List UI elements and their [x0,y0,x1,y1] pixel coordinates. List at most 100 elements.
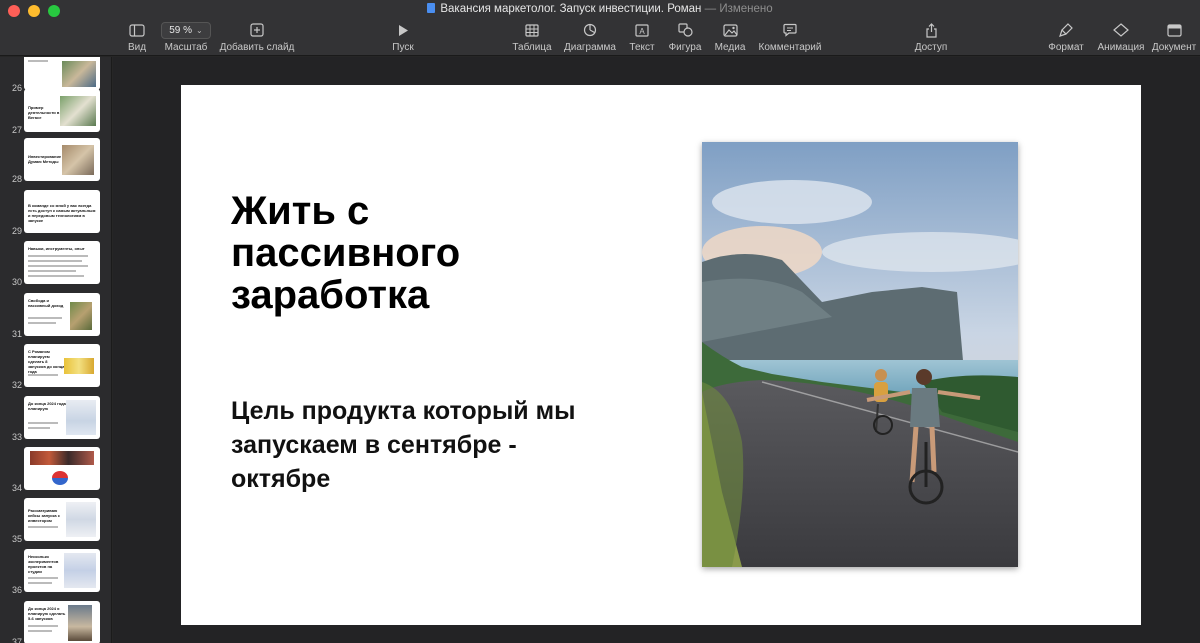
zoom-label: Масштаб [164,42,208,53]
document-label: Документ [1151,42,1197,53]
animate-button[interactable]: Анимация [1094,20,1148,53]
zoom-select[interactable]: 59 % ⌄ [161,21,211,39]
document-button[interactable]: Документ [1151,20,1197,53]
current-slide[interactable]: Жить с пассивного заработка Цель продукт… [181,85,1141,625]
slide-headline[interactable]: Жить с пассивного заработка [231,190,561,316]
zoom-control[interactable]: 59 % ⌄ Масштаб [160,20,212,53]
play-button[interactable]: Пуск [386,20,420,53]
slide-navigator[interactable]: 26 Пример деятельности в Вегасе 27 Инвес… [0,57,112,643]
chart-icon [583,23,597,37]
view-label: Вид [127,42,147,53]
play-label: Пуск [392,42,414,53]
slide-number: 37 [11,637,22,643]
slide-preview: Инвестирование в Думаю Методы [24,138,100,181]
slide-preview [24,57,100,90]
slide-thumbnail-36[interactable]: Несколько экспериментов проектов на студ… [0,549,111,595]
document-name: Вакансия маркетолог. Запуск инвестиции. … [440,3,702,15]
slide-subheadline[interactable]: Цель продукта который мы запускаем в сен… [231,394,591,496]
chevron-down-icon: ⌄ [196,25,203,35]
slide-preview: До конца 2024 года планирую [24,396,100,439]
table-button[interactable]: Таблица [510,20,554,53]
slide-thumbnail-29[interactable]: В команде со мной у вас всегда есть дост… [0,190,111,236]
keynote-document-icon [427,3,436,13]
slide-number: 29 [11,226,22,236]
toolbar: Вакансия маркетолог. Запуск инвестиции. … [0,0,1200,56]
slide-thumbnail-32[interactable]: С Романом планируем сделать 8 запусков д… [0,344,111,390]
slide-preview-title: В команде со мной у вас всегда есть дост… [28,203,96,223]
slide-preview: С Романом планируем сделать 8 запусков д… [24,344,100,387]
view-button[interactable]: Вид [122,20,152,53]
slide-preview-title: До конца 2024 я планирую сделать 5-6 зап… [28,606,66,621]
slide-preview: До конца 2024 я планирую сделать 5-6 зап… [24,601,100,643]
share-button[interactable]: Доступ [910,20,952,53]
add-slide-icon [250,23,264,37]
slide-thumbnail-30[interactable]: Навыки, инструменты, опыт 30 [0,241,111,287]
share-label: Доступ [914,42,948,53]
slide-preview-title: Навыки, инструменты, опыт [28,246,85,251]
slide-thumbnail-33[interactable]: До конца 2024 года планирую 33 [0,396,111,442]
slide-thumbnail-31[interactable]: Свобода и пассивный доход 31 [0,293,111,339]
slide-number: 34 [11,483,22,493]
slide-thumbnail-35[interactable]: Рассматриваю кейсы запуска с инвестором … [0,498,111,544]
shape-button[interactable]: Фигура [665,20,705,53]
chart-button[interactable]: Диаграмма [561,20,619,53]
edited-status: Изменено [719,3,773,15]
slide-number: 27 [11,125,22,135]
svg-text:A: A [639,27,645,36]
slide-preview: В команде со мной у вас всегда есть дост… [24,190,100,233]
slide-number: 32 [11,380,22,390]
slide-preview-image [30,451,94,465]
slide-preview-image [66,400,96,435]
add-slide-button[interactable]: Добавить слайд [217,20,297,53]
slide-photo[interactable] [702,142,1018,567]
format-button[interactable]: Формат [1045,20,1087,53]
slide-preview: Пример деятельности в Вегасе [24,89,100,132]
slide-preview-title: Несколько экспериментов проектов на студ… [28,554,59,574]
media-icon [722,23,738,37]
slide-preview-image [62,61,96,87]
slide-thumbnail-26[interactable]: 26 [0,57,111,93]
slide-number: 33 [11,432,22,442]
slide-canvas[interactable]: Жить с пассивного заработка Цель продукт… [113,57,1200,643]
document-icon [1166,23,1182,37]
sidebar-icon [129,23,145,37]
paintbrush-icon [1059,23,1073,37]
comment-icon [783,23,797,37]
zoom-value: 59 % [169,24,193,36]
format-label: Формат [1048,42,1084,53]
slide-preview: Несколько экспериментов проектов на студ… [24,549,100,592]
comment-button[interactable]: Комментарий [754,20,826,53]
media-label: Медиа [714,42,746,53]
slide-preview-image [66,502,96,537]
text-box-icon: A [635,23,649,37]
slide-number: 30 [11,277,22,287]
add-slide-label: Добавить слайд [219,42,295,53]
slide-number: 35 [11,534,22,544]
slide-number: 36 [11,585,22,595]
slide-thumbnail-34[interactable]: 34 [0,447,111,493]
slide-preview-title: До конца 2024 года планирую [28,401,66,411]
text-button[interactable]: A Текст [626,20,658,53]
slide-preview [24,447,100,490]
slide-preview-image [68,605,92,641]
slide-preview-title: С Романом планируем сделать 8 запусков д… [28,349,65,374]
title-separator: — [704,3,717,15]
slide-preview: Рассматриваю кейсы запуска с инвестором [24,498,100,541]
window-title: Вакансия маркетолог. Запуск инвестиции. … [0,3,1200,15]
bicycle-photo-image [702,142,1018,567]
slide-preview: Навыки, инструменты, опыт [24,241,100,284]
slide-preview-image [64,358,94,374]
slide-preview-title: Свобода и пассивный доход [28,298,64,308]
slide-preview-image [52,471,68,485]
slide-thumbnail-27[interactable]: Пример деятельности в Вегасе 27 [0,89,111,135]
slide-number: 28 [11,174,22,184]
shape-label: Фигура [668,42,702,53]
media-button[interactable]: Медиа [711,20,749,53]
slide-preview-image [62,145,94,175]
table-icon [525,23,539,37]
slide-number: 31 [11,329,22,339]
table-label: Таблица [512,42,552,53]
slide-thumbnail-28[interactable]: Инвестирование в Думаю Методы 28 [0,138,111,184]
slide-thumbnail-37[interactable]: До конца 2024 я планирую сделать 5-6 зап… [0,601,111,643]
slide-preview-title: Рассматриваю кейсы запуска с инвестором [28,508,60,523]
